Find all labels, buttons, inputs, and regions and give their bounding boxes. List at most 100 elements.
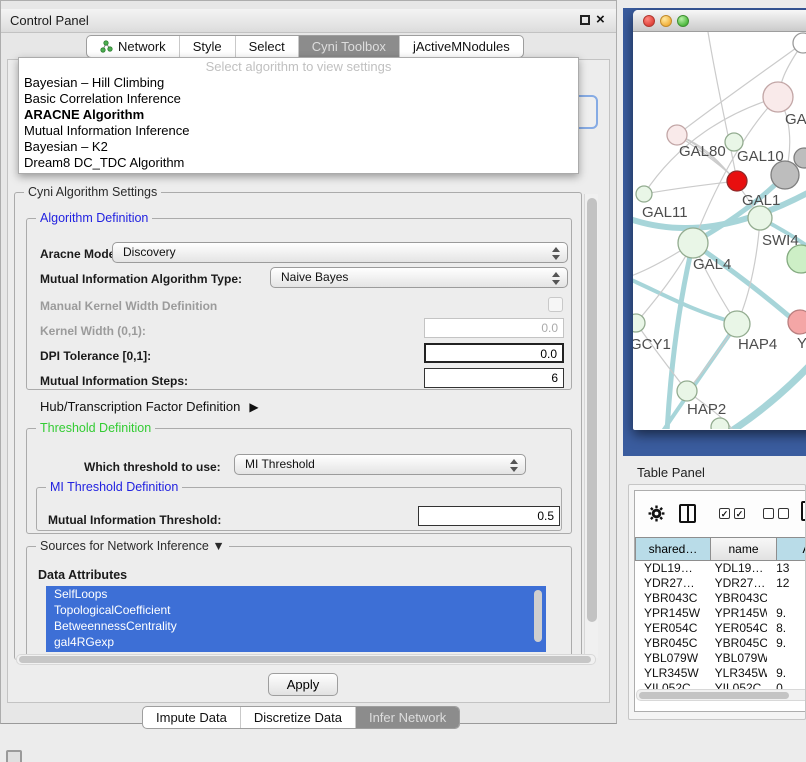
table-cell[interactable]: YBL079W xyxy=(635,651,706,666)
table-cell[interactable]: YBR043C xyxy=(635,591,706,606)
table-cell[interactable] xyxy=(767,651,806,666)
collapsed-panel-icon[interactable] xyxy=(6,750,22,762)
table-cell[interactable]: YLR345W xyxy=(635,666,706,681)
tab-network[interactable]: Network xyxy=(87,36,180,57)
table-cell[interactable]: YBR043C xyxy=(706,591,767,606)
kernel-width-field[interactable]: 0.0 xyxy=(424,318,564,338)
aracne-mode-select[interactable]: Discovery xyxy=(112,242,568,263)
network-node-gal80[interactable] xyxy=(667,125,687,145)
table-row[interactable]: YDR27…YDR27…12 xyxy=(635,576,806,591)
attribute-item-betweennesscentrality[interactable]: BetweennessCentrality xyxy=(46,618,546,634)
table-row[interactable]: YBR043CYBR043C xyxy=(635,591,806,606)
attribute-item-selfloops[interactable]: SelfLoops xyxy=(46,586,546,602)
network-node-gal10-gray[interactable] xyxy=(771,161,799,189)
unchecked-checkbox-icon[interactable] xyxy=(778,508,789,519)
attribute-item-topologicalcoefficient[interactable]: TopologicalCoefficient xyxy=(46,602,546,618)
mi-threshold-field[interactable]: 0.5 xyxy=(418,506,560,526)
table-cell[interactable]: YPR145W xyxy=(635,606,706,621)
network-node-swi4-green[interactable] xyxy=(787,245,806,273)
algorithm-option-bayesian-k2[interactable]: Bayesian – K2 xyxy=(19,139,578,155)
column-header-a[interactable]: A xyxy=(777,537,806,561)
float-window-icon[interactable] xyxy=(580,15,590,25)
table-cell[interactable]: YLR345W xyxy=(706,666,767,681)
hub-section[interactable]: Hub/Transcription Factor Definition ▶ xyxy=(40,399,259,414)
checked-checkbox-icon[interactable]: ✓ xyxy=(734,508,745,519)
settings-hscrollbar[interactable] xyxy=(16,654,596,665)
network-node-gal1[interactable] xyxy=(748,206,772,230)
table-cell[interactable]: YDL19… xyxy=(635,561,706,576)
table-cell[interactable]: 8. xyxy=(767,621,806,636)
table-cell[interactable]: YDL19… xyxy=(706,561,767,576)
settings-hscrollbar-thumb[interactable] xyxy=(19,656,591,663)
table-cell[interactable]: YDR27… xyxy=(706,576,767,591)
tab-cyni-toolbox[interactable]: Cyni Toolbox xyxy=(299,36,400,57)
table-hscrollbar[interactable] xyxy=(636,689,806,701)
table-cell[interactable]: YER054C xyxy=(706,621,767,636)
table-cell[interactable]: YER054C xyxy=(635,621,706,636)
mi-steps-field[interactable]: 6 xyxy=(424,368,564,388)
collapse-arrow-icon[interactable]: ▼ xyxy=(212,539,224,553)
minimize-traffic-light-icon[interactable] xyxy=(660,15,672,27)
network-window[interactable]: GALGAL80GAL10GAL11GAL1GAL4SWI4GCY1HAP4YH… xyxy=(633,10,806,430)
table-row[interactable]: YBL079WYBL079W xyxy=(635,651,806,666)
attributes-scrollbar-thumb[interactable] xyxy=(534,590,542,642)
tab-impute-data[interactable]: Impute Data xyxy=(143,707,241,728)
tab-select[interactable]: Select xyxy=(236,36,299,57)
network-node-gal4[interactable] xyxy=(678,228,708,258)
network-node-bottom[interactable] xyxy=(711,418,729,429)
unchecked-checkbox-icon[interactable] xyxy=(763,508,774,519)
table-row[interactable]: YBR045CYBR045C9. xyxy=(635,636,806,651)
gear-icon[interactable] xyxy=(648,505,665,522)
close-icon[interactable]: × xyxy=(596,11,605,28)
table-cell[interactable]: YBL079W xyxy=(706,651,767,666)
algorithm-option-dream8-dc-tdc-algorithm[interactable]: Dream8 DC_TDC Algorithm xyxy=(19,155,578,171)
network-node-gray-2[interactable] xyxy=(794,148,806,168)
column-header-name[interactable]: name xyxy=(711,537,777,561)
settings-scrollbar-thumb[interactable] xyxy=(587,198,597,622)
network-node-hap4[interactable] xyxy=(724,311,750,337)
tab-discretize-data[interactable]: Discretize Data xyxy=(241,707,356,728)
network-svg[interactable]: GALGAL80GAL10GAL11GAL1GAL4SWI4GCY1HAP4YH… xyxy=(633,32,806,429)
table-cell[interactable]: 12 xyxy=(767,576,806,591)
table-cell[interactable]: YPR145W xyxy=(706,606,767,621)
table-row[interactable]: YPR145WYPR145W9. xyxy=(635,606,806,621)
tab-jactivemnodules[interactable]: jActiveMNodules xyxy=(400,36,523,57)
network-node-red-node[interactable] xyxy=(727,171,747,191)
network-node-gal11[interactable] xyxy=(636,186,652,202)
settings-scrollbar[interactable] xyxy=(584,194,598,658)
apply-button[interactable]: Apply xyxy=(268,673,338,696)
table-cell[interactable]: 13 xyxy=(767,561,806,576)
close-traffic-light-icon[interactable] xyxy=(643,15,655,27)
table-cell[interactable]: YBR045C xyxy=(706,636,767,651)
table-cell[interactable] xyxy=(767,591,806,606)
algorithm-option-basic-correlation-inference[interactable]: Basic Correlation Inference xyxy=(19,91,578,107)
network-node-y-salmon[interactable] xyxy=(788,310,806,334)
table-cell[interactable]: 9. xyxy=(767,666,806,681)
table-cell[interactable]: YBR045C xyxy=(635,636,706,651)
algorithm-option-aracne-algorithm[interactable]: ARACNE Algorithm xyxy=(19,107,578,123)
network-window-titlebar[interactable] xyxy=(633,10,806,32)
zoom-traffic-light-icon[interactable] xyxy=(677,15,689,27)
split-columns-icon[interactable] xyxy=(679,504,696,523)
network-node-pink-1[interactable] xyxy=(763,82,793,112)
tab-infer-network[interactable]: Infer Network xyxy=(356,707,459,728)
control-panel-titlebar[interactable] xyxy=(1,9,616,33)
expand-arrow-icon[interactable]: ▶ xyxy=(249,400,258,414)
column-header-shared[interactable]: shared… xyxy=(635,537,711,561)
data-attributes-list[interactable]: SelfLoopsTopologicalCoefficientBetweenne… xyxy=(46,586,546,652)
table-row[interactable]: YER054CYER054C8. xyxy=(635,621,806,636)
document-icon[interactable] xyxy=(801,501,806,521)
network-node-hap2[interactable] xyxy=(677,381,697,401)
mi-type-select[interactable]: Naive Bayes xyxy=(270,267,568,288)
algorithm-option-mutual-information-inference[interactable]: Mutual Information Inference xyxy=(19,123,578,139)
which-threshold-select[interactable]: MI Threshold xyxy=(234,454,526,475)
table-cell[interactable]: 9. xyxy=(767,636,806,651)
table-cell[interactable]: 9. xyxy=(767,606,806,621)
attribute-item-gal4rgexp[interactable]: gal4RGexp xyxy=(46,634,546,650)
table-row[interactable]: YDL19…YDL19…13 xyxy=(635,561,806,576)
tab-style[interactable]: Style xyxy=(180,36,236,57)
manual-kernel-checkbox[interactable] xyxy=(548,297,563,312)
dpi-tolerance-field[interactable]: 0.0 xyxy=(424,343,564,363)
table-row[interactable]: YLR345WYLR345W9. xyxy=(635,666,806,681)
table-cell[interactable]: YDR27… xyxy=(635,576,706,591)
